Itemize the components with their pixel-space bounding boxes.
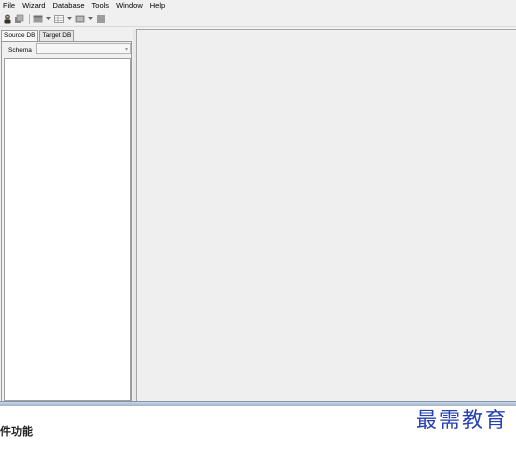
app-window: File Wizard Database Tools Window Help S…	[0, 0, 516, 406]
menu-tools[interactable]: Tools	[92, 0, 110, 12]
dropdown-icon[interactable]	[45, 14, 51, 24]
caption-text: 件功能	[0, 425, 33, 438]
object-tree[interactable]	[4, 58, 131, 401]
view-icon[interactable]	[75, 14, 85, 24]
main-workspace	[136, 29, 516, 403]
connect-icon[interactable]	[2, 14, 12, 24]
database-panel: Source DB Target DB Schema ▾	[0, 29, 133, 403]
disconnect-icon[interactable]	[14, 14, 24, 24]
menu-help[interactable]: Help	[150, 0, 165, 12]
schema-select[interactable]: ▾	[36, 43, 131, 54]
grid-icon[interactable]	[54, 14, 64, 24]
menu-bar: File Wizard Database Tools Window Help	[0, 0, 516, 12]
toolbar-separator	[29, 14, 30, 24]
chevron-down-icon[interactable]: ▾	[125, 46, 128, 53]
menu-file[interactable]: File	[3, 0, 15, 12]
toolbar	[0, 12, 516, 27]
watermark-logo: 最需教育	[416, 408, 508, 432]
table-icon[interactable]	[33, 14, 43, 24]
schema-label: Schema	[8, 46, 32, 54]
dropdown-icon[interactable]	[66, 14, 72, 24]
menu-database[interactable]: Database	[52, 0, 84, 12]
tab-target-db[interactable]: Target DB	[39, 30, 75, 41]
dropdown-icon[interactable]	[87, 14, 93, 24]
db-tabs: Source DB Target DB	[1, 30, 75, 42]
tab-content: Schema ▾	[1, 41, 132, 403]
export-icon[interactable]	[96, 14, 106, 24]
menu-window[interactable]: Window	[116, 0, 143, 12]
menu-wizard[interactable]: Wizard	[22, 0, 45, 12]
